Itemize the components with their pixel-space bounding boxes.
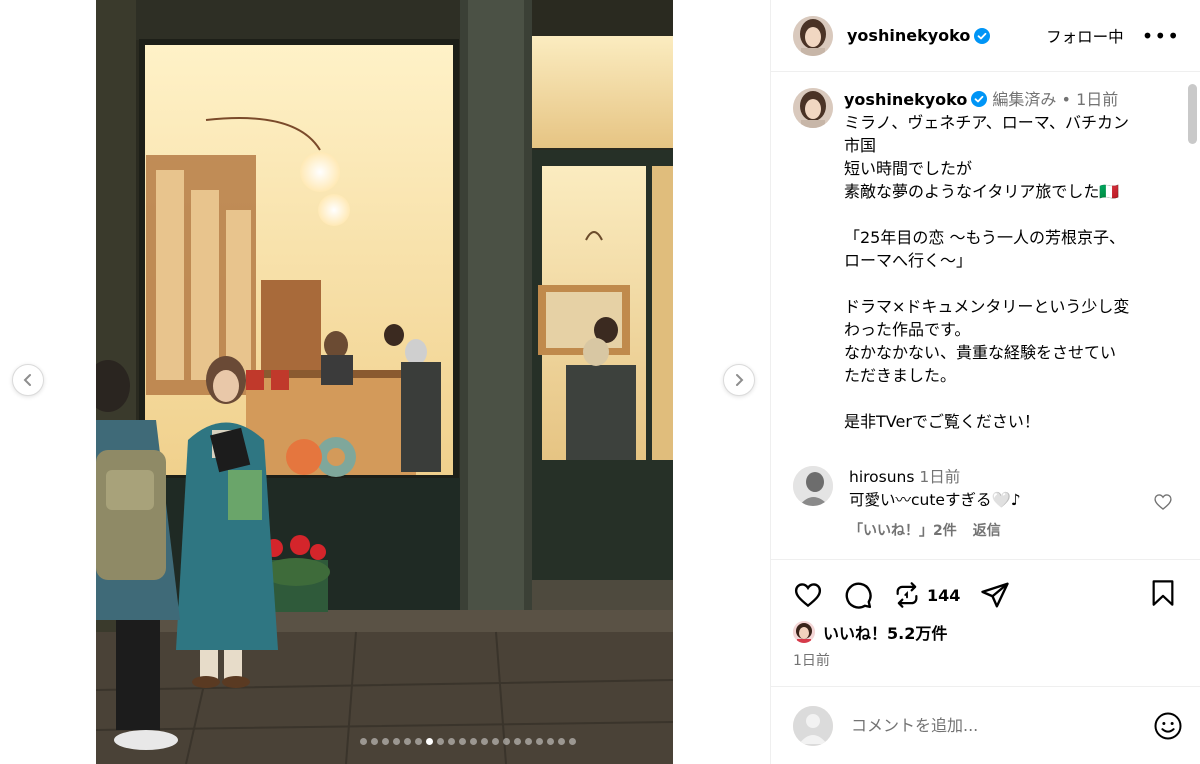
repost-button[interactable]: 144 [893, 581, 960, 609]
carousel-dot-active [426, 738, 433, 745]
carousel-dot [459, 738, 466, 745]
carousel-dot [393, 738, 400, 745]
carousel-dot [569, 738, 576, 745]
likes-summary[interactable]: いいね！5.2万件 [793, 620, 947, 644]
chevron-right-icon [736, 374, 744, 386]
commenter-username[interactable]: hirosuns [849, 468, 914, 486]
next-slide-button[interactable] [723, 364, 755, 396]
more-options-icon[interactable]: ••• [1142, 26, 1180, 46]
carousel-dot [360, 738, 367, 745]
speech-bubble-icon [845, 582, 872, 609]
author-username[interactable]: yoshinekyoko [847, 26, 970, 45]
carousel-dot [525, 738, 532, 745]
reply-button[interactable]: 返信 [973, 520, 1001, 543]
comment-like-heart-icon[interactable] [1153, 492, 1173, 512]
carousel-dot [371, 738, 378, 745]
author-avatar-image [793, 15, 833, 56]
post-header: yoshinekyoko フォロー中 ••• [771, 0, 1200, 72]
following-button[interactable]: フォロー中 [1046, 25, 1124, 47]
verified-badge-icon [974, 27, 991, 44]
comment-actions: 「いいね！」2件 返信 [849, 520, 1021, 543]
storefront-photo [96, 0, 673, 764]
bookmark-icon [1152, 580, 1174, 606]
carousel-dot [415, 738, 422, 745]
carousel-dot [470, 738, 477, 745]
media-pane [0, 0, 770, 764]
commenter-avatar-image [793, 466, 833, 506]
like-button[interactable] [793, 580, 823, 610]
liker-avatar [793, 621, 815, 643]
meta-separator: • [1061, 90, 1071, 109]
carousel-indicator [360, 738, 576, 745]
comments-scrollbar[interactable] [1188, 84, 1197, 144]
caption-username[interactable]: yoshinekyoko [844, 90, 967, 109]
comment-button[interactable] [843, 580, 873, 610]
post-side-panel: yoshinekyoko フォロー中 ••• yoshinekyoko 編集済み [770, 0, 1200, 764]
comment-input[interactable] [851, 716, 1153, 735]
caption-author-avatar[interactable] [793, 88, 833, 128]
chevron-left-icon [23, 374, 31, 386]
comment-text: 可愛い〰︎cuteすぎる🤍♪ [849, 491, 1021, 509]
viewer-avatar [793, 705, 833, 746]
emoji-icon[interactable] [1153, 711, 1183, 741]
comment-body: hirosuns 1日前 可愛い〰︎cuteすぎる🤍♪ 「いいね！」2件 返信 [849, 466, 1021, 543]
carousel-dot [382, 738, 389, 745]
caption-body: yoshinekyoko 編集済み • 1日前 ミラノ、ヴェネチア、ローマ、バチ… [844, 88, 1164, 433]
carousel-dot [547, 738, 554, 745]
verified-badge-icon [971, 91, 988, 107]
share-button[interactable] [980, 580, 1010, 610]
carousel-dot [404, 738, 411, 745]
liker-avatar-image [793, 621, 815, 643]
carousel-dot [514, 738, 521, 745]
carousel-dot [481, 738, 488, 745]
carousel-dot [558, 738, 565, 745]
post-timestamp[interactable]: 1日前 [793, 650, 830, 670]
repost-icon [896, 582, 918, 608]
repost-count: 144 [927, 585, 961, 605]
carousel-dot [437, 738, 444, 745]
previous-slide-button[interactable] [12, 364, 44, 396]
caption-avatar-image [793, 88, 833, 128]
commenter-avatar[interactable] [793, 466, 833, 506]
caption-age[interactable]: 1日前 [1076, 90, 1118, 109]
save-button[interactable] [1150, 579, 1176, 611]
likes-count: いいね！5.2万件 [823, 624, 948, 643]
edited-label: 編集済み [992, 90, 1057, 109]
caption-meta: yoshinekyoko 編集済み • 1日前 [844, 88, 1164, 111]
carousel-dot [448, 738, 455, 745]
post-action-bar: 144 [793, 576, 1176, 614]
author-avatar[interactable] [793, 15, 833, 56]
carousel-dot [503, 738, 510, 745]
post-caption: yoshinekyoko 編集済み • 1日前 ミラノ、ヴェネチア、ローマ、バチ… [771, 72, 1200, 433]
comment-likes-count[interactable]: 「いいね！」2件 [849, 520, 957, 543]
default-avatar-icon [793, 705, 833, 746]
comment-age: 1日前 [919, 468, 961, 486]
carousel-dot [536, 738, 543, 745]
add-comment-bar [771, 686, 1200, 764]
carousel-dot [492, 738, 499, 745]
caption-text: ミラノ、ヴェネチア、ローマ、バチカン 市国 短い時間でしたが 素敵な夢のようなイ… [844, 113, 1130, 431]
heart-icon [794, 583, 822, 608]
post-photo[interactable] [96, 0, 673, 764]
paper-plane-icon [981, 582, 1010, 608]
comments-section: yoshinekyoko 編集済み • 1日前 ミラノ、ヴェネチア、ローマ、バチ… [771, 72, 1200, 560]
comment-item: hirosuns 1日前 可愛い〰︎cuteすぎる🤍♪ 「いいね！」2件 返信 [771, 466, 1200, 543]
